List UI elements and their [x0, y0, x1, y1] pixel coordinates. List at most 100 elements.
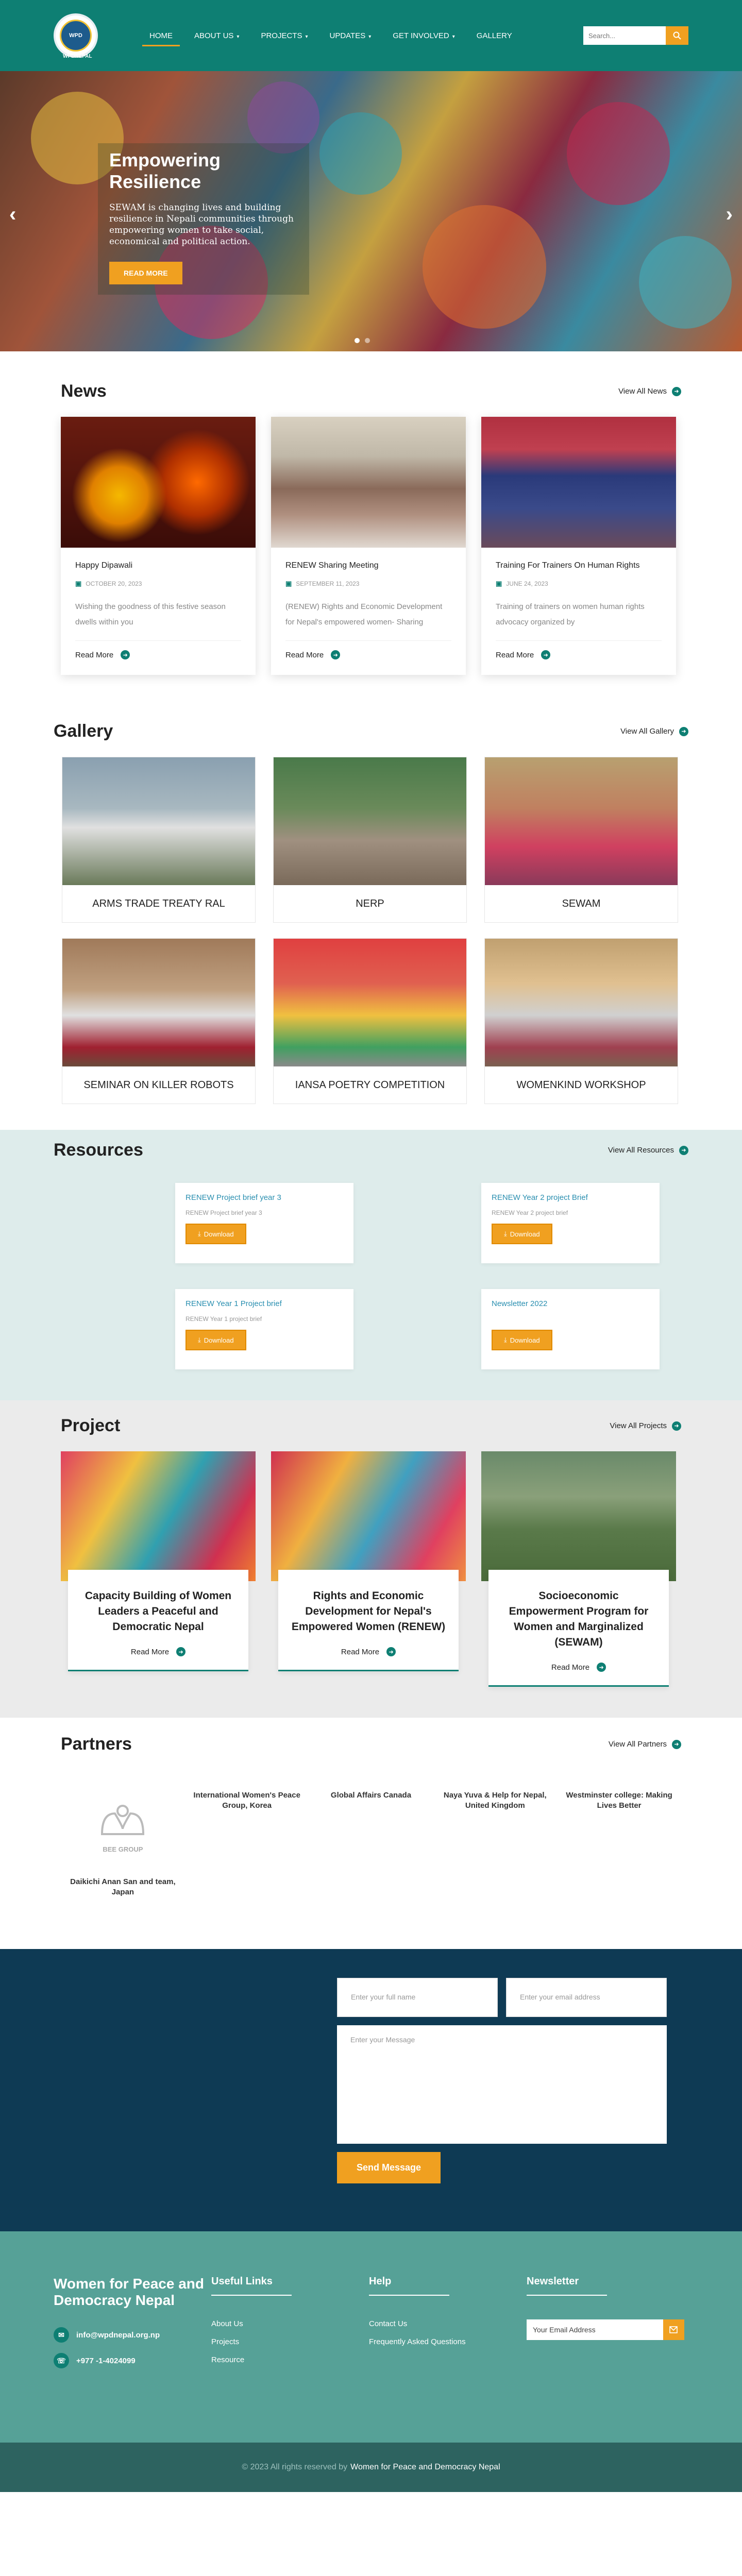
resource-title[interactable]: RENEW Project brief year 3: [185, 1193, 343, 1202]
footer-link-resource[interactable]: Resource: [211, 2355, 369, 2364]
footer-phone[interactable]: +977 -1-4024099: [76, 2357, 136, 2365]
download-button[interactable]: ⤓ Download: [185, 1330, 246, 1350]
read-more-link[interactable]: Read More ➜: [501, 1663, 656, 1672]
project-title[interactable]: Socioeconomic Empowerment Program for Wo…: [501, 1588, 656, 1650]
footer-link-about-us[interactable]: About Us: [211, 2319, 369, 2328]
news-title[interactable]: Happy Dipawali: [75, 561, 241, 570]
gallery-card[interactable]: WOMENKIND WORKSHOP: [484, 938, 678, 1104]
arrow-right-icon: ➜: [679, 726, 688, 736]
footer-heading: Help: [369, 2276, 449, 2296]
gallery-label: ARMS TRADE TREATY RAL: [92, 897, 225, 909]
project-title[interactable]: Capacity Building of Women Leaders a Pea…: [80, 1588, 236, 1635]
partner-item[interactable]: Naya Yuva & Help for Nepal, United Kingd…: [433, 1790, 557, 1897]
slider-dot[interactable]: [355, 338, 360, 343]
project-title[interactable]: Rights and Economic Development for Nepa…: [291, 1588, 446, 1635]
gallery-label: WOMENKIND WORKSHOP: [516, 1079, 646, 1091]
download-icon: ⤓: [504, 1230, 507, 1238]
chevron-left-icon[interactable]: ‹: [9, 203, 16, 226]
partner-logo: BEE GROUP: [84, 1790, 161, 1862]
view-all-resources-link[interactable]: View All Resources ➜: [608, 1145, 688, 1155]
resource-title[interactable]: RENEW Year 2 project Brief: [492, 1193, 649, 1202]
news-title[interactable]: Training For Trainers On Human Rights: [496, 561, 662, 570]
arrow-right-icon: ➜: [176, 1647, 186, 1656]
resource-card: RENEW Year 1 Project brief RENEW Year 1 p…: [175, 1289, 353, 1369]
footer-heading: Useful Links: [211, 2276, 292, 2296]
name-field[interactable]: Enter your full name: [337, 1978, 498, 2017]
gallery-section: Gallery View All Gallery ➜ ARMS TRADE TRE…: [0, 721, 742, 1130]
news-image[interactable]: [271, 417, 466, 548]
search-input[interactable]: [583, 26, 666, 45]
resource-title[interactable]: RENEW Year 1 Project brief: [185, 1299, 343, 1308]
news-image[interactable]: [481, 417, 676, 548]
partner-item[interactable]: BEE GROUP Daikichi Anan San and team, Ja…: [61, 1790, 185, 1897]
section-title: News: [61, 381, 107, 401]
nav-get-involved[interactable]: GET INVOLVED ▾: [393, 26, 455, 45]
email-field[interactable]: Enter your email address: [506, 1978, 667, 2017]
nav-home[interactable]: HOME: [142, 26, 180, 46]
view-all-gallery-link[interactable]: View All Gallery ➜: [620, 726, 688, 736]
hero-slider: Empowering Resilience SEWAM is changing …: [0, 71, 742, 351]
chevron-right-icon[interactable]: ›: [726, 203, 733, 226]
project-image[interactable]: [271, 1451, 466, 1581]
footer-link-contact-us[interactable]: Contact Us: [369, 2319, 527, 2328]
read-more-link[interactable]: Read More ➜: [291, 1647, 446, 1656]
download-icon: ⤓: [198, 1336, 201, 1344]
read-more-link[interactable]: Read More ➜: [80, 1647, 236, 1656]
read-more-link[interactable]: Read More ➜: [285, 650, 451, 659]
footer-email[interactable]: info@wpdnepal.org.np: [76, 2331, 160, 2340]
resource-subtitle: RENEW Year 1 project brief: [185, 1315, 262, 1323]
gallery-card[interactable]: SEWAM: [484, 757, 678, 923]
news-date: SEPTEMBER 11, 2023: [296, 580, 360, 587]
view-all-projects-link[interactable]: View All Projects ➜: [610, 1421, 681, 1431]
nav-updates[interactable]: UPDATES ▾: [329, 26, 371, 45]
site-logo[interactable]: WPD: [54, 13, 98, 58]
gallery-image: [485, 757, 678, 885]
nav-gallery[interactable]: GALLERY: [477, 26, 512, 45]
arrow-right-icon: ➜: [672, 1739, 681, 1749]
footer-link-faq[interactable]: Frequently Asked Questions: [369, 2337, 527, 2346]
copyright-bar: © 2023 All rights reserved by Women for …: [0, 2443, 742, 2492]
nav-projects[interactable]: PROJECTS ▾: [261, 26, 308, 45]
gallery-card[interactable]: NERP: [273, 757, 467, 923]
download-button[interactable]: ⤓ Download: [492, 1330, 552, 1350]
newsletter-email-input[interactable]: Your Email Address: [527, 2319, 663, 2340]
download-button[interactable]: ⤓ Download: [185, 1224, 246, 1244]
slider-dots: [355, 338, 370, 343]
partner-name: Westminster college: Making Lives Better: [566, 1791, 672, 1810]
gallery-label: SEMINAR ON KILLER ROBOTS: [83, 1079, 234, 1091]
message-field[interactable]: Enter your Message: [337, 2025, 667, 2144]
download-button[interactable]: ⤓ Download: [492, 1224, 552, 1244]
partner-item[interactable]: Westminster college: Making Lives Better: [557, 1790, 681, 1897]
resource-title[interactable]: Newsletter 2022: [492, 1299, 649, 1308]
read-more-link[interactable]: Read More ➜: [75, 650, 241, 659]
button-label: Download: [510, 1336, 540, 1344]
contact-section: Enter your full name Enter your email ad…: [0, 1949, 742, 2231]
resource-subtitle: RENEW Project brief year 3: [185, 1209, 262, 1216]
project-card: Socioeconomic Empowerment Program for Wo…: [481, 1451, 676, 1687]
copyright-org-link[interactable]: Women for Peace and Democracy Nepal: [350, 2463, 500, 2472]
send-message-button[interactable]: Send Message: [337, 2152, 441, 2183]
hero-read-more-button[interactable]: READ MORE: [109, 262, 182, 284]
news-title[interactable]: RENEW Sharing Meeting: [285, 561, 451, 570]
partner-item[interactable]: Global Affairs Canada: [309, 1790, 433, 1897]
calendar-icon: ▣: [75, 580, 82, 587]
project-image[interactable]: [481, 1451, 676, 1581]
partner-name: Daikichi Anan San and team, Japan: [70, 1877, 176, 1896]
project-image[interactable]: [61, 1451, 256, 1581]
nav-about-us[interactable]: ABOUT US ▾: [194, 26, 239, 45]
link-label: View All Projects: [610, 1421, 667, 1430]
read-more-link[interactable]: Read More ➜: [496, 650, 662, 659]
view-all-news-link[interactable]: View All News ➜: [618, 386, 681, 396]
partner-item[interactable]: International Women's Peace Group, Korea: [185, 1790, 309, 1897]
gallery-card[interactable]: IANSA POETRY COMPETITION: [273, 938, 467, 1104]
slider-dot[interactable]: [365, 338, 370, 343]
gallery-card[interactable]: SEMINAR ON KILLER ROBOTS: [62, 938, 256, 1104]
news-image[interactable]: [61, 417, 256, 548]
newsletter-submit-button[interactable]: [663, 2319, 684, 2340]
link-label: View All Resources: [608, 1146, 674, 1155]
footer-newsletter: Newsletter Your Email Address: [527, 2276, 684, 2443]
view-all-partners-link[interactable]: View All Partners ➜: [609, 1739, 681, 1749]
gallery-card[interactable]: ARMS TRADE TREATY RAL: [62, 757, 256, 923]
footer-link-projects[interactable]: Projects: [211, 2337, 369, 2346]
search-button[interactable]: [666, 26, 688, 45]
